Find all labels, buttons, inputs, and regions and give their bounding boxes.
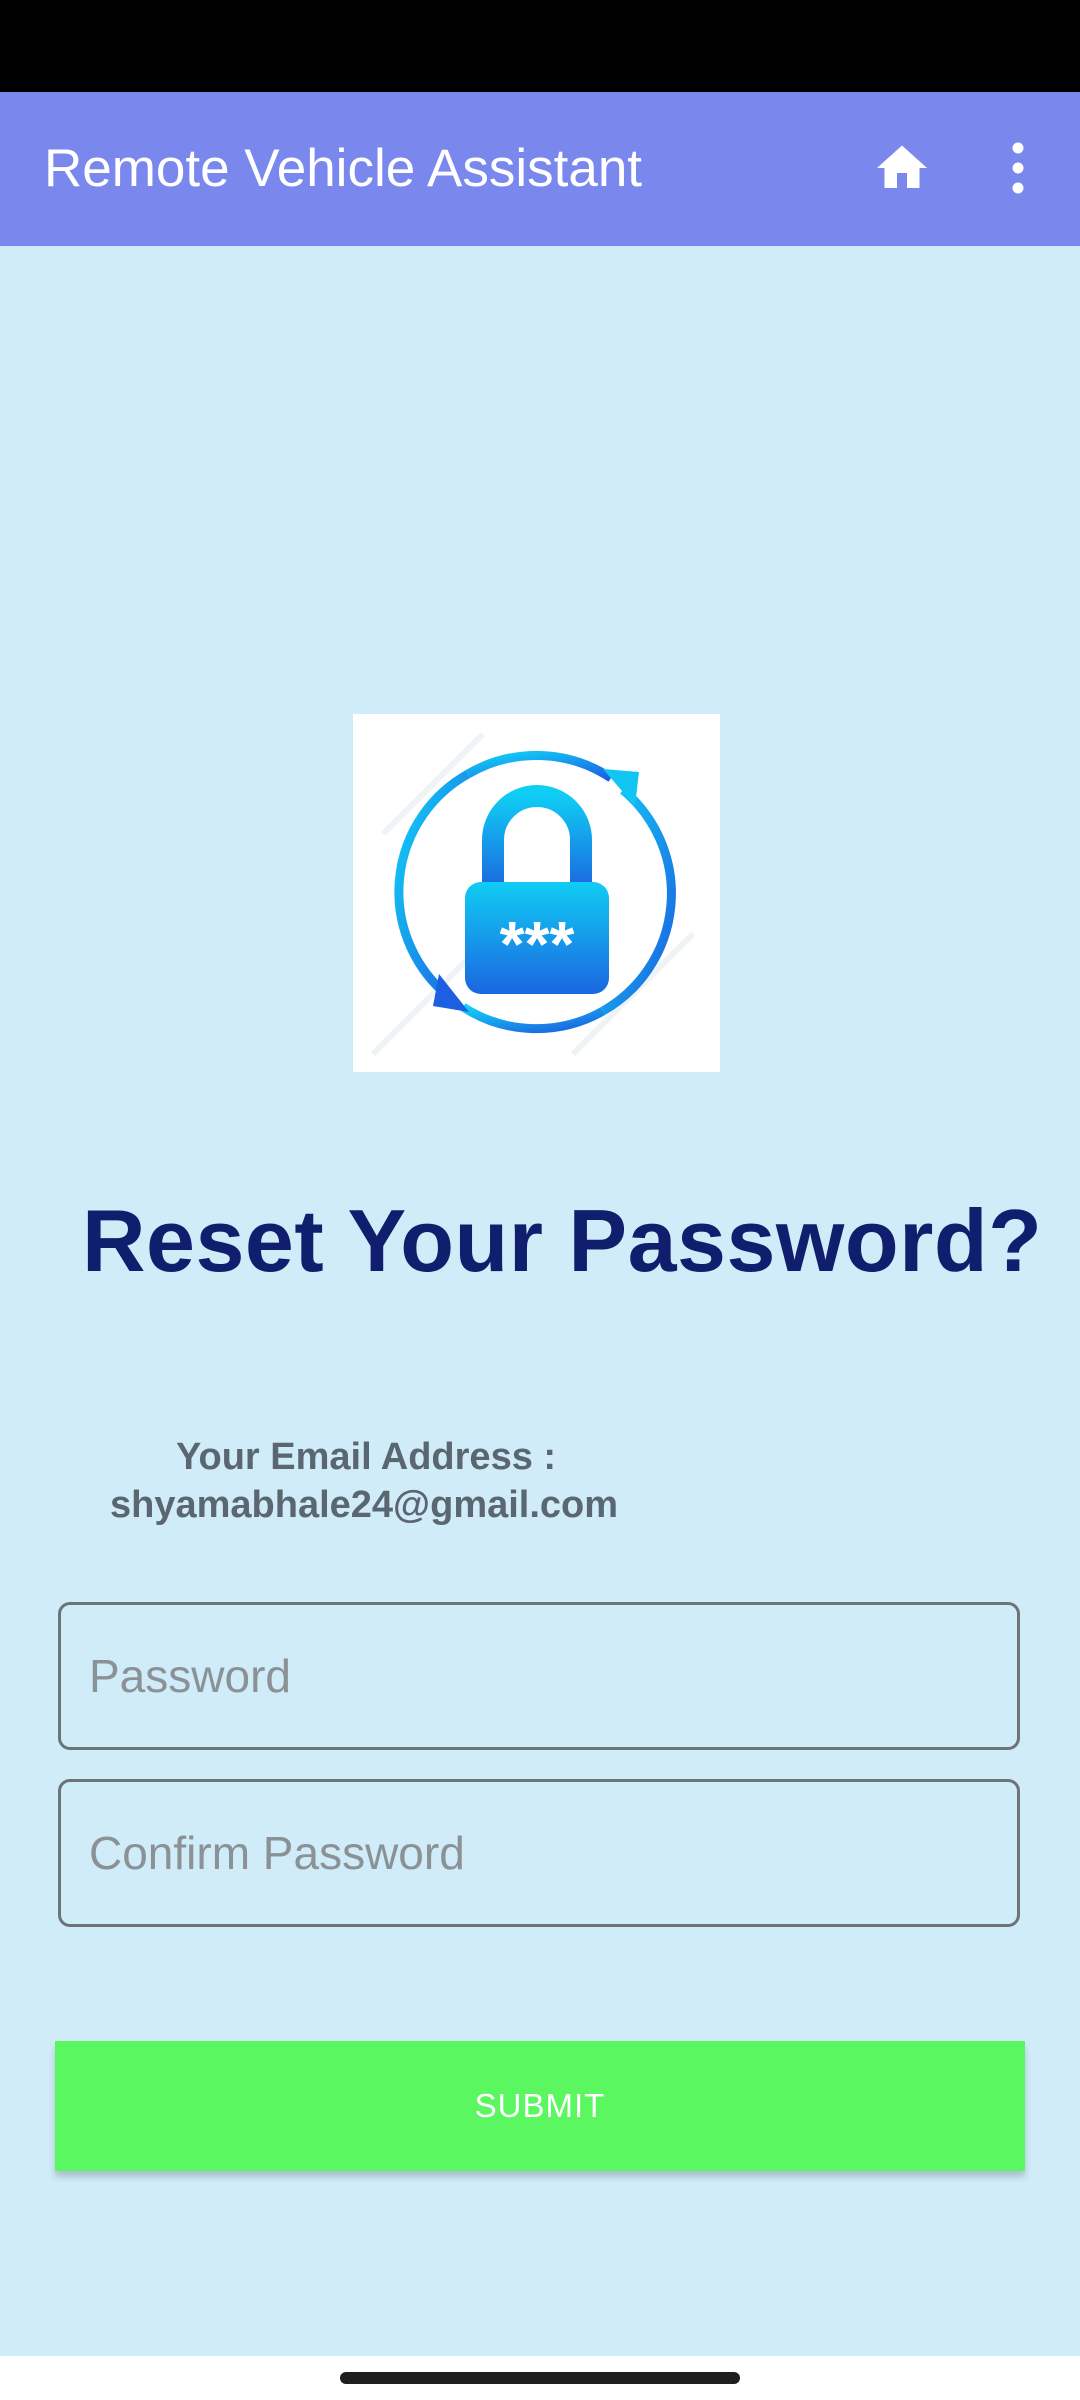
home-indicator[interactable] (340, 2372, 740, 2384)
navigation-bar (0, 2356, 1080, 2400)
content-area (0, 246, 1080, 2356)
password-field[interactable] (58, 1602, 1020, 1750)
svg-text:***: *** (500, 908, 575, 980)
app-bar: Remote Vehicle Assistant (0, 92, 1080, 246)
password-reset-lock-icon: *** (353, 714, 720, 1072)
email-address-label: Your Email Address : (175, 1436, 557, 1478)
confirm-password-field[interactable] (58, 1779, 1020, 1927)
status-bar (0, 0, 1080, 92)
home-icon[interactable] (872, 138, 932, 198)
more-vert-icon[interactable] (996, 136, 1040, 200)
app-title: Remote Vehicle Assistant (44, 139, 643, 198)
submit-button[interactable]: SUBMIT (55, 2041, 1025, 2171)
email-address-value: shyamabhale24@gmail.com (110, 1484, 619, 1526)
page-title: Reset Your Password? (82, 1191, 1043, 1290)
